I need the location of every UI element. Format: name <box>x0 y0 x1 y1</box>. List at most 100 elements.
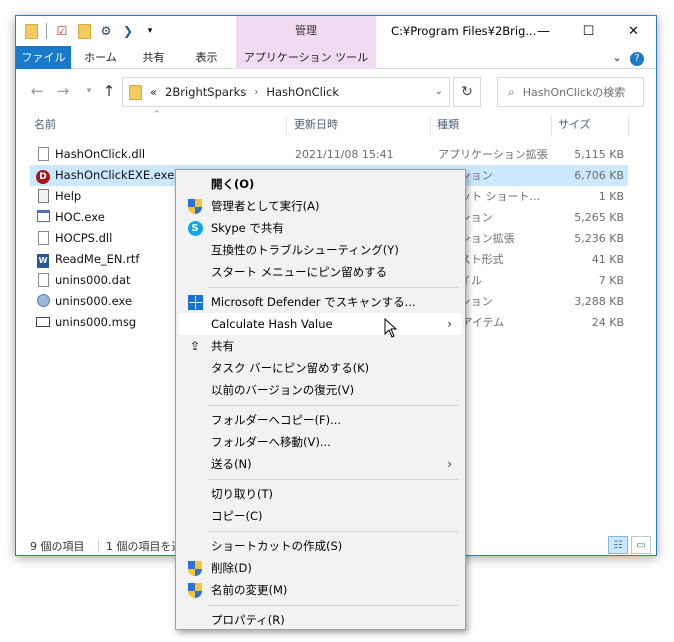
menu-item-label: プロパティ(R) <box>211 613 285 627</box>
tab-view[interactable]: 表示 <box>184 46 229 69</box>
file-row[interactable]: HashOnClick.dll 2021/11/08 15:41 アプリケーショ… <box>30 144 628 165</box>
address-history-icon[interactable]: ⌄ <box>435 86 443 97</box>
menu-item-create-shortcut[interactable]: ショートカットの作成(S) <box>179 535 462 557</box>
column-divider[interactable] <box>551 115 552 137</box>
column-divider[interactable] <box>628 115 629 137</box>
search-input[interactable]: ⌕ HashOnClickの検索 <box>497 77 644 107</box>
properties-icon[interactable]: ☑ <box>55 23 69 39</box>
search-placeholder: HashOnClickの検索 <box>522 86 626 99</box>
gear-icon[interactable]: ⚙ <box>99 23 113 39</box>
menu-item-send-to[interactable]: 送る(N) › <box>179 453 462 475</box>
back-icon[interactable]: ← <box>26 80 48 102</box>
menu-item-rename[interactable]: 名前の変更(M) <box>179 579 462 601</box>
menu-item-run-as-admin[interactable]: 管理者として実行(A) <box>179 195 462 217</box>
file-size: 5,115 KB <box>574 148 624 161</box>
menu-separator <box>208 405 458 406</box>
skype-icon: S <box>187 220 203 236</box>
recent-locations-icon[interactable]: ▾ <box>78 80 100 102</box>
menu-item-label: 以前のバージョンの復元(V) <box>211 383 355 397</box>
column-date[interactable]: 更新日時 <box>294 115 338 137</box>
column-divider[interactable] <box>286 115 287 137</box>
up-icon[interactable]: ↑ <box>98 80 120 102</box>
file-name: unins000.exe <box>55 294 133 308</box>
share-icon: ⇪ <box>189 339 201 353</box>
sort-ascending-icon: ⌃ <box>153 110 161 120</box>
breadcrumb-overflow[interactable]: « <box>150 85 157 99</box>
menu-item-troubleshoot[interactable]: 互換性のトラブルシューティング(Y) <box>179 239 462 261</box>
column-headers: ⌃ 名前 更新日時 種類 サイズ <box>16 110 656 137</box>
menu-item-pin-start[interactable]: スタート メニューにピン留めする <box>179 261 462 283</box>
ribbon-collapse-icon[interactable]: ⌄ <box>608 46 626 69</box>
dll-icon <box>36 147 50 162</box>
large-icons-view-icon[interactable]: ▭ <box>631 536 651 554</box>
breadcrumb-2brightsparks[interactable]: 2BrightSparks <box>165 85 246 99</box>
breadcrumb-separator-icon[interactable]: › <box>254 87 258 98</box>
customize-toolbar-icon[interactable]: ▾ <box>143 23 157 39</box>
menu-item-delete[interactable]: 削除(D) <box>179 557 462 579</box>
menu-separator <box>208 287 458 288</box>
menu-item-cut[interactable]: 切り取り(T) <box>179 483 462 505</box>
uac-shield-icon <box>187 582 203 598</box>
mouse-cursor-icon <box>384 318 398 338</box>
tab-file[interactable]: ファイル <box>16 46 71 69</box>
tab-home[interactable]: ホーム <box>78 46 123 69</box>
navigation-bar: ← → ▾ ↑ « 2BrightSparks › HashOnClick ⌄ … <box>16 69 656 115</box>
file-name: Help <box>55 189 82 203</box>
tab-share[interactable]: 共有 <box>131 46 176 69</box>
menu-item-label: 切り取り(T) <box>211 487 273 501</box>
submenu-arrow-icon: › <box>447 457 452 471</box>
file-name: unins000.msg <box>55 315 137 329</box>
maximize-button[interactable]: ☐ <box>566 16 611 46</box>
file-name: HOC.exe <box>55 210 105 224</box>
quick-access-toolbar: ☑ ⚙ ❯ ▾ <box>24 22 157 40</box>
file-name: ReadMe_EN.rtf <box>55 252 140 266</box>
menu-item-defender-scan[interactable]: Microsoft Defender でスキャンする... <box>179 291 462 313</box>
menu-separator <box>208 605 458 606</box>
menu-item-label: 名前の変更(M) <box>211 583 288 597</box>
file-size: 5,265 KB <box>574 211 624 224</box>
minimize-button[interactable]: — <box>521 16 566 46</box>
menu-item-label: 削除(D) <box>211 561 252 575</box>
menu-item-calculate-hash[interactable]: Calculate Hash Value › <box>179 313 462 335</box>
help-icon[interactable]: ? <box>630 52 644 66</box>
item-count: 9 個の項目 <box>30 540 85 553</box>
close-button[interactable]: ✕ <box>611 16 656 46</box>
details-view-icon[interactable]: ☷ <box>608 536 628 554</box>
selection-count: 1 個の項目を選 <box>106 540 183 553</box>
setup-icon <box>36 294 50 309</box>
new-folder-icon[interactable] <box>77 23 91 39</box>
column-type[interactable]: 種類 <box>437 115 459 137</box>
forward-icon[interactable]: → <box>52 80 74 102</box>
menu-item-copy[interactable]: コピー(C) <box>179 505 462 527</box>
menu-item-pin-taskbar[interactable]: タスク バーにピン留めする(K) <box>179 357 462 379</box>
menu-item-label: Microsoft Defender でスキャンする... <box>211 295 416 309</box>
file-name: unins000.dat <box>55 273 131 287</box>
file-size: 1 KB <box>598 190 624 203</box>
column-divider[interactable] <box>430 115 431 137</box>
menu-item-restore-versions[interactable]: 以前のバージョンの復元(V) <box>179 379 462 401</box>
menu-item-label: フォルダーへ移動(V)... <box>211 435 331 449</box>
breadcrumb-hashonclick[interactable]: HashOnClick <box>266 85 339 99</box>
menu-item-copy-to-folder[interactable]: フォルダーへコピー(F)... <box>179 409 462 431</box>
manage-contextual-tab[interactable]: 管理 <box>236 16 376 46</box>
menu-item-label: 共有 <box>211 339 234 353</box>
column-name[interactable]: 名前 <box>34 115 56 137</box>
column-size[interactable]: サイズ <box>558 115 591 137</box>
menu-item-open[interactable]: 開く(O) <box>179 173 462 195</box>
refresh-button[interactable]: ↻ <box>453 77 481 107</box>
menu-item-skype-share[interactable]: S Skype で共有 <box>179 217 462 239</box>
window-title: C:¥Program Files¥2Brig... <box>391 24 537 38</box>
menu-item-label: フォルダーへコピー(F)... <box>211 413 342 427</box>
ribbon-tabs: ファイル ホーム 共有 表示 アプリケーション ツール ⌄ ? <box>16 46 656 69</box>
submenu-arrow-icon: › <box>447 317 452 331</box>
file-size: 3,288 KB <box>574 295 624 308</box>
menu-item-label: コピー(C) <box>211 509 263 523</box>
tab-application-tools[interactable]: アプリケーション ツール <box>236 46 376 69</box>
menu-item-properties[interactable]: プロパティ(R) <box>179 609 462 631</box>
folder-icon <box>129 84 142 100</box>
menu-item-move-to-folder[interactable]: フォルダーへ移動(V)... <box>179 431 462 453</box>
address-bar[interactable]: « 2BrightSparks › HashOnClick ⌄ <box>122 77 450 107</box>
menu-item-share[interactable]: ⇪ 共有 <box>179 335 462 357</box>
menu-item-label: Calculate Hash Value <box>211 317 333 331</box>
powershell-icon[interactable]: ❯ <box>121 23 135 39</box>
